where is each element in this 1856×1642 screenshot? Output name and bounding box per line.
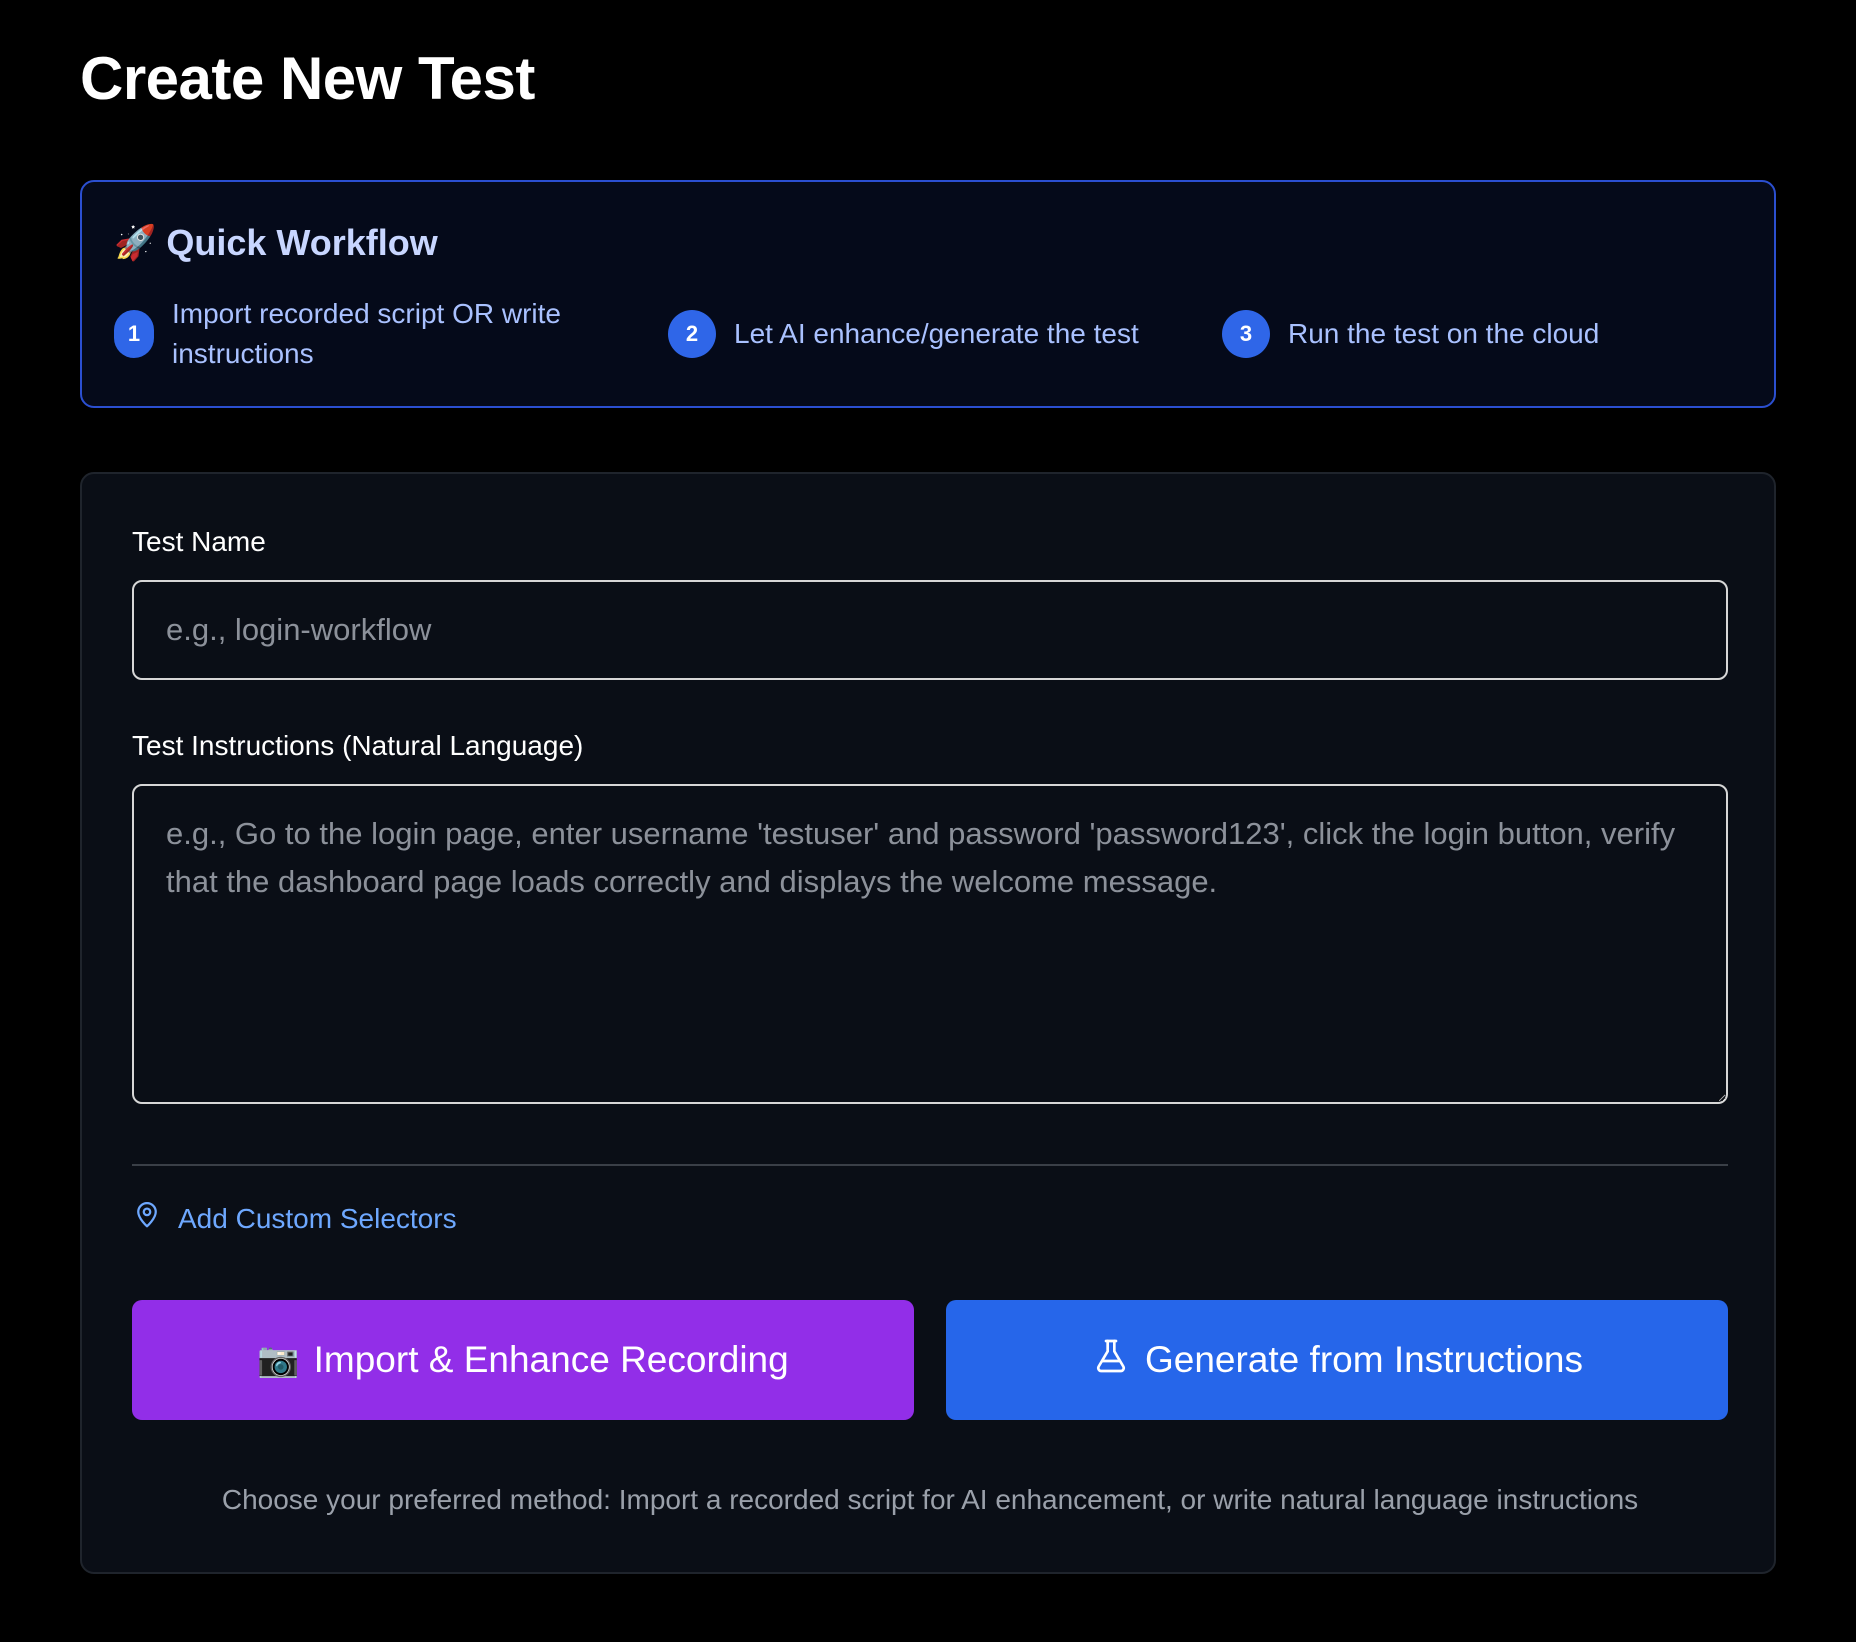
create-test-form: Test Name Test Instructions (Natural Lan… [80,472,1776,1574]
test-instructions-label: Test Instructions (Natural Language) [132,730,584,761]
add-custom-selectors-label: Add Custom Selectors [178,1202,457,1234]
workflow-step-2: 2 Let AI enhance/generate the test [668,310,1139,358]
test-name-input[interactable] [132,580,1728,680]
method-help-text: Choose your preferred method: Import a r… [221,1484,1639,1515]
map-pin-icon [132,1200,162,1237]
rocket-icon: 🚀 [114,224,157,262]
test-instructions-textarea[interactable] [132,784,1728,1104]
add-custom-selectors-link[interactable]: Add Custom Selectors [132,1200,457,1237]
generate-button-label: Generate from Instructions [1144,1339,1584,1380]
step-text: Import recorded script OR write instruct… [172,298,561,369]
workflow-title: Quick Workflow [166,222,438,263]
step-text: Run the test on the cloud [1288,318,1600,349]
import-button-label: Import & Enhance Recording [313,1339,789,1380]
step-number-badge: 1 [114,310,154,358]
quick-workflow-panel: 🚀 Quick Workflow 1 Import recorded scrip… [80,180,1776,408]
workflow-step-3: 3 Run the test on the cloud [1222,310,1599,358]
step-number-badge: 2 [668,310,716,358]
test-name-label: Test Name [132,526,266,557]
workflow-step-1: 1 Import recorded script OR write instru… [114,294,634,374]
step-number-badge: 3 [1222,310,1270,358]
camera-icon: 📷 [257,1341,300,1379]
generate-from-instructions-button[interactable]: Generate from Instructions [946,1300,1728,1420]
flask-icon [1091,1336,1131,1385]
step-text: Let AI enhance/generate the test [734,318,1139,349]
workflow-heading: 🚀 Quick Workflow [114,222,438,264]
divider [132,1164,1728,1166]
page-title: Create New Test [80,45,535,112]
import-enhance-recording-button[interactable]: 📷 Import & Enhance Recording [132,1300,914,1420]
